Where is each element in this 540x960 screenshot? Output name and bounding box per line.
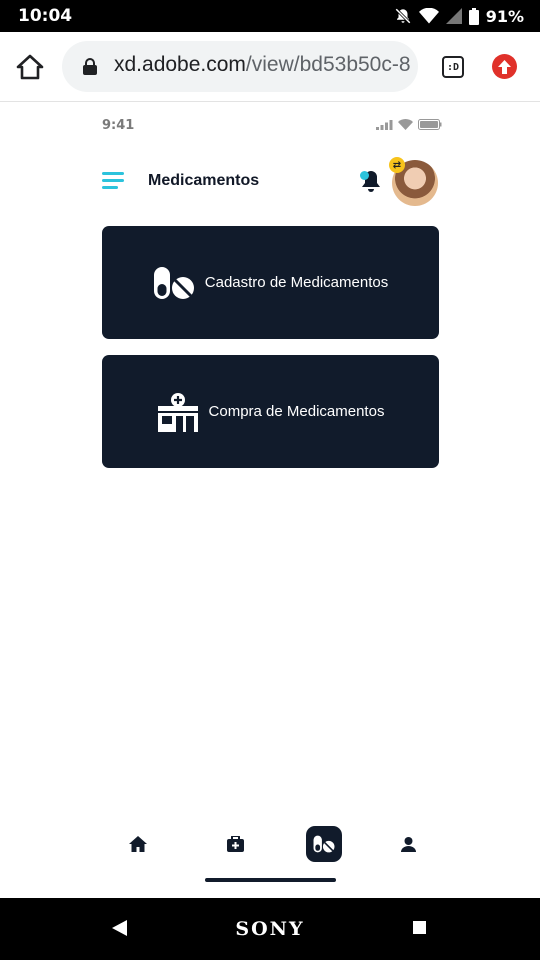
url-domain: xd.adobe.com xyxy=(114,53,246,76)
nav-medkit[interactable] xyxy=(217,826,253,862)
pills-icon xyxy=(313,835,335,853)
address-bar[interactable]: xd.adobe.com/view/bd53b50c-8 xyxy=(62,41,418,92)
recents-icon[interactable] xyxy=(413,921,426,934)
home-icon xyxy=(129,836,147,852)
pharmacy-icon xyxy=(157,392,198,432)
battery-icon xyxy=(418,119,442,130)
menu-icon[interactable] xyxy=(102,172,124,190)
wifi-icon xyxy=(398,119,413,130)
sony-logo: SONY xyxy=(235,918,305,940)
cadastro-medicamentos-button[interactable]: Cadastro de Medicamentos xyxy=(102,226,439,339)
nav-home[interactable] xyxy=(120,826,156,862)
mock-time: 9:41 xyxy=(102,118,135,133)
page-title: Medicamentos xyxy=(148,172,260,189)
card-label: Compra de Medicamentos xyxy=(208,403,385,420)
signal-icon xyxy=(376,119,393,130)
android-nav-bar: SONY xyxy=(0,898,540,960)
mock-status-bar: 9:41 xyxy=(102,115,442,137)
medkit-icon xyxy=(226,836,244,852)
card-label: Cadastro de Medicamentos xyxy=(204,274,389,291)
url-path: /view/bd53b50c-8 xyxy=(245,53,411,76)
tabs-button[interactable]: :D xyxy=(442,56,464,78)
swap-icon: ⇄ xyxy=(389,157,405,173)
nav-pills[interactable] xyxy=(306,826,342,862)
battery-percent: 91% xyxy=(485,6,524,26)
compra-medicamentos-button[interactable]: Compra de Medicamentos xyxy=(102,355,439,468)
notifications-off-icon xyxy=(394,8,411,24)
url-text[interactable]: xd.adobe.com/view/bd53b50c-8 xyxy=(114,53,411,77)
mock-status-icons xyxy=(376,119,442,130)
browser-toolbar: xd.adobe.com/view/bd53b50c-8 :D xyxy=(0,32,540,102)
home-indicator xyxy=(205,878,336,882)
update-icon[interactable] xyxy=(492,54,517,79)
wifi-icon xyxy=(418,8,439,24)
home-icon[interactable] xyxy=(15,52,45,82)
status-bar: 10:04 91% xyxy=(0,0,540,32)
nav-profile[interactable] xyxy=(390,826,426,862)
notification-dot xyxy=(360,171,369,180)
signal-icon xyxy=(445,8,462,24)
bottom-nav xyxy=(120,826,420,866)
user-icon xyxy=(400,836,416,852)
status-time: 10:04 xyxy=(18,6,73,26)
app-header: Medicamentos ⇄ xyxy=(102,157,440,208)
lock-icon xyxy=(83,58,97,75)
pills-icon xyxy=(153,266,194,299)
battery-icon xyxy=(468,7,479,25)
notifications-button[interactable] xyxy=(360,169,382,193)
status-icons: 91% xyxy=(394,7,524,26)
